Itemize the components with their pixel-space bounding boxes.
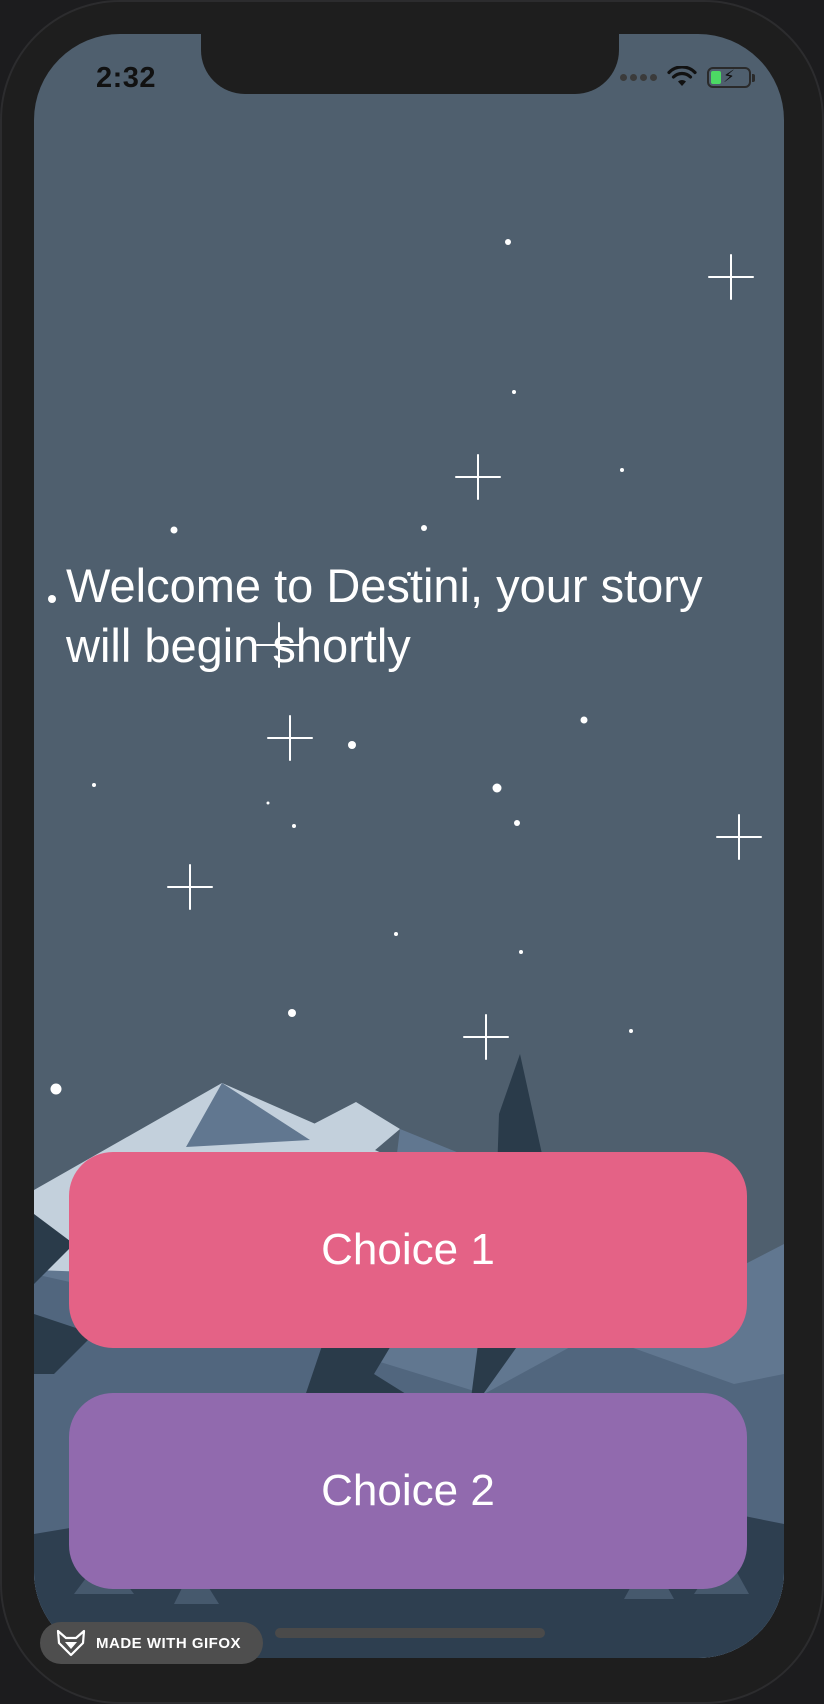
status-bar-indicators: ⚡ [620,66,755,88]
app-screen: Welcome to Destini, your story will begi… [34,34,784,1658]
device-frame: Welcome to Destini, your story will begi… [0,0,824,1704]
device-notch [201,34,619,94]
wifi-icon [667,66,697,86]
fox-logo-icon [56,1629,86,1657]
choice-2-button[interactable]: Choice 2 [69,1393,747,1589]
cellular-signal-icon [620,73,657,81]
status-bar-time: 2:32 [96,62,157,94]
home-indicator[interactable] [275,1628,545,1638]
gifox-watermark-badge: MADE WITH GIFOX [40,1622,263,1664]
gifox-watermark-label: MADE WITH GIFOX [96,1634,241,1652]
story-text-label: Welcome to Destini, your story will begi… [66,559,703,672]
battery-charging-icon: ⚡ [707,66,755,88]
choice-1-button[interactable]: Choice 1 [69,1152,747,1348]
